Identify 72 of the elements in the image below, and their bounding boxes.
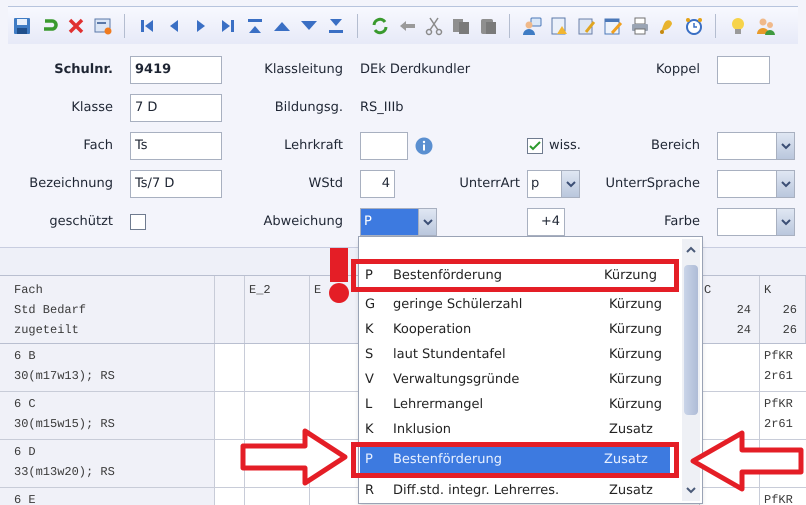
field-label: Klasse bbox=[71, 100, 113, 116]
field-label: Lehrkraft bbox=[284, 138, 343, 154]
dropdown-option[interactable]: R Diff.std. integr. Lehrerres. Zusatz bbox=[361, 478, 679, 503]
scrollbar-thumb[interactable] bbox=[684, 265, 698, 415]
checkbox[interactable] bbox=[130, 214, 146, 230]
field-label: geschützt bbox=[49, 214, 113, 230]
field-label: Bezeichnung bbox=[29, 176, 113, 192]
text-field[interactable] bbox=[360, 132, 408, 160]
field-label: Bereich bbox=[651, 137, 701, 156]
table-cell-text: PfKR 2r61 bbox=[763, 396, 794, 433]
dropdown-option[interactable]: K Inklusion Zusatz bbox=[361, 417, 679, 442]
field-label: UnterrArt bbox=[459, 175, 521, 194]
exclamation-mark-icon bbox=[327, 248, 351, 304]
column-header[interactable]: K 26 26 bbox=[760, 276, 806, 343]
form-icon[interactable] bbox=[93, 16, 113, 36]
chevron-down-icon bbox=[780, 218, 790, 226]
right-arrow-icon bbox=[240, 428, 348, 486]
education-track-value: RS_IIIb bbox=[360, 99, 404, 118]
user-icon[interactable] bbox=[522, 16, 542, 36]
dropdown-option[interactable]: S laut Stundentafel Kürzung bbox=[361, 342, 679, 367]
notepad-icon[interactable] bbox=[576, 16, 596, 36]
checkbox-label: wiss. bbox=[549, 137, 582, 156]
text-field[interactable] bbox=[717, 56, 770, 84]
chevron-down-icon bbox=[566, 180, 576, 188]
row-header[interactable]: 6 C 30(m15w15); RS bbox=[0, 392, 215, 439]
document-icon[interactable] bbox=[549, 16, 569, 36]
field-label: Bildungsg. bbox=[274, 100, 343, 116]
users-icon[interactable] bbox=[755, 16, 775, 36]
checkbox[interactable] bbox=[527, 138, 543, 154]
table-cell-text: PfKR bbox=[763, 492, 794, 505]
field-label: WStd bbox=[308, 176, 343, 192]
edit-icon[interactable] bbox=[603, 16, 623, 36]
info-icon[interactable] bbox=[415, 137, 433, 155]
scissors-icon[interactable] bbox=[424, 16, 444, 36]
field-label: Klassleitung bbox=[264, 62, 343, 78]
text-field[interactable]: +4 bbox=[527, 208, 565, 236]
combo-box[interactable] bbox=[717, 208, 795, 236]
dropdown-option[interactable]: P Bestenförderung Zusatz bbox=[351, 442, 679, 478]
column-header[interactable]: E_2 bbox=[245, 276, 310, 343]
field-label: Fach bbox=[83, 138, 113, 154]
dropdown-option[interactable]: G geringe Schülerzahl Kürzung bbox=[361, 292, 679, 317]
dropdown-option[interactable]: V Verwaltungsgründe Kürzung bbox=[361, 367, 679, 392]
refresh-icon[interactable] bbox=[370, 16, 390, 36]
field-label: Schulnr. bbox=[54, 62, 113, 78]
row-header[interactable]: 6 E bbox=[0, 488, 215, 505]
dropdown-option[interactable]: K Kooperation Kürzung bbox=[361, 317, 679, 342]
row-header[interactable]: 6 D 33(m13w20); RS bbox=[0, 440, 215, 487]
column-header[interactable]: Fach Std Bedarf zugeteilt bbox=[0, 276, 215, 343]
class-teacher-value: DEk Derdkundler bbox=[360, 62, 470, 78]
field-label: Abweichung bbox=[263, 214, 343, 230]
text-field[interactable]: 4 bbox=[360, 170, 395, 198]
text-field[interactable]: Ts/7 D bbox=[130, 170, 222, 198]
combo-box[interactable] bbox=[717, 170, 795, 198]
text-field[interactable]: 9419 bbox=[130, 56, 222, 84]
combo-box[interactable]: P bbox=[360, 208, 437, 236]
chevron-down-icon bbox=[780, 180, 790, 188]
dropdown-option[interactable]: P Bestenförderung Kürzung bbox=[351, 259, 679, 292]
chevron-down-icon bbox=[780, 142, 790, 150]
chevron-down-icon bbox=[422, 218, 432, 226]
printer-icon[interactable] bbox=[630, 16, 650, 36]
text-field[interactable]: 7 D bbox=[130, 94, 222, 122]
text-field[interactable]: Ts bbox=[130, 132, 222, 160]
table-cell-text: PfKR 2r61 bbox=[763, 348, 794, 385]
field-label: Koppel bbox=[656, 62, 700, 78]
field-label: UnterrSprache bbox=[605, 175, 701, 194]
save-icon[interactable] bbox=[12, 16, 32, 36]
combo-box[interactable] bbox=[717, 132, 795, 160]
field-label: Farbe bbox=[664, 213, 701, 232]
row-header[interactable]: 6 B 30(m17w13); RS bbox=[0, 344, 215, 391]
combo-box[interactable]: p bbox=[527, 170, 580, 198]
dropdown-option[interactable]: L Lehrermangel Kürzung bbox=[361, 392, 679, 417]
alarm-clock-icon[interactable] bbox=[684, 16, 704, 36]
